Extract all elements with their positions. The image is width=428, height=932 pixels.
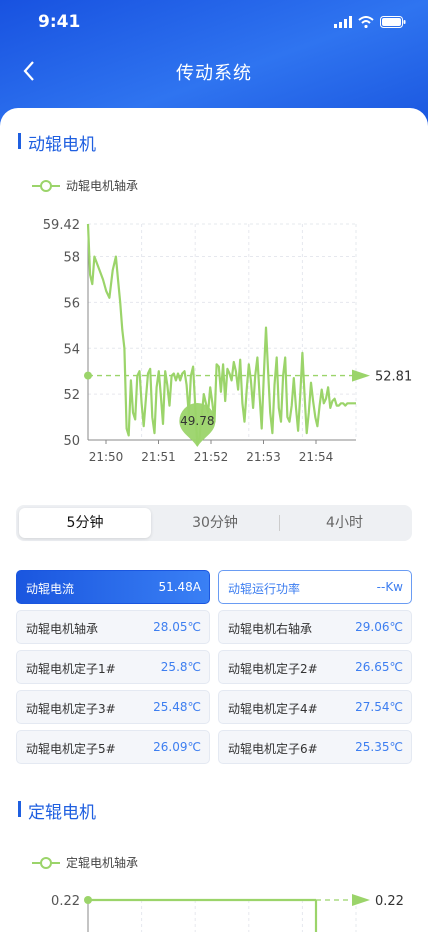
metric-label: 动辊电机轴承 [26,622,99,636]
metric-stator-4[interactable]: 动辊电机定子4# 27.54℃ [218,690,412,724]
legend-label: 定辊电机轴承 [66,856,139,870]
x-tick-label: 21:52 [194,450,229,464]
series-line [86,223,356,447]
legend-marker-icon [32,179,60,192]
chart-legend[interactable]: 动辊电机轴承 [32,177,138,194]
moving-roll-bearing-chart[interactable]: 50 52 54 56 58 59.42 21:50 21:51 21:52 21:53 21:54… [0,208,428,478]
section-title-moving-roll: 动辊电机 [18,130,96,155]
metric-stator-2[interactable]: 动辊电机定子2# 26.65℃ [218,650,412,684]
metric-stator-3[interactable]: 动辊电机定子3# 25.48℃ [16,690,210,724]
time-range-tabs: 5分钟 30分钟 4小时 [16,505,412,541]
x-tick-label: 21:53 [246,450,281,464]
mark-line-arrow-icon [352,894,370,906]
metric-label: 动辊电机定子1# [26,662,116,676]
tab-5min[interactable]: 5分钟 [19,508,151,538]
metric-right-bearing[interactable]: 动辊电机右轴承 29.06℃ [218,610,412,644]
min-point-label: 49.78 [180,414,214,428]
metric-label: 动辊电机右轴承 [228,622,313,636]
wifi-icon [358,16,374,28]
metric-stator-1[interactable]: 动辊电机定子1# 25.8℃ [16,650,210,684]
section-title-fixed-roll: 定辊电机 [18,798,96,823]
metric-label: 动辊电机定子5# [26,742,116,756]
tab-4hour[interactable]: 4小时 [280,508,409,538]
y-tick-label: 54 [63,342,80,357]
metric-stator-6[interactable]: 动辊电机定子6# 25.35℃ [218,730,412,764]
y-tick-label: 59.42 [43,218,80,233]
metric-bearing[interactable]: 动辊电机轴承 28.05℃ [16,610,210,644]
metric-value: 25.48℃ [153,700,201,714]
x-tick-label: 21:51 [141,450,176,464]
metric-value: 25.8℃ [160,660,201,674]
metric-value: 26.65℃ [355,660,403,674]
mark-line-label: 52.81 [375,370,412,385]
mark-line-arrow-icon [352,369,370,382]
content-sheet: 动辊电机 动辊电机轴承 50 52 54 56 58 59.42 21:50 21:51 21:… [0,108,428,932]
metric-value: 25.35℃ [355,740,403,754]
signal-icon [334,16,352,28]
y-tick-label: 58 [63,251,80,266]
metric-label: 动辊电机定子4# [228,702,318,716]
mark-line-start-point [84,896,92,904]
metric-value: 27.54℃ [355,700,403,714]
legend-marker-icon [32,856,60,869]
tab-30min[interactable]: 30分钟 [151,508,279,538]
chart-legend-2[interactable]: 定辊电机轴承 [32,854,138,871]
page-title: 传动系统 [176,63,252,84]
mark-line-start-point [84,371,92,380]
y-tick-label: 52 [63,388,80,403]
metric-label: 动辊电机定子2# [228,662,318,676]
metric-current[interactable]: 动辊电流 51.48A [16,570,210,604]
metric-value: --Kw [376,580,403,594]
metric-label: 动辊电流 [26,582,75,596]
legend-label: 动辊电机轴承 [66,179,139,193]
y-tick-label: 50 [63,434,80,449]
x-tick-label: 21:50 [89,450,124,464]
nav-bar: 传动系统 [0,56,428,90]
x-tick-label: 21:54 [299,450,334,464]
y-tick-label: 56 [63,296,80,311]
metric-value: 26.09℃ [153,740,201,754]
status-time: 9:41 [38,12,81,32]
metric-value: 29.06℃ [355,620,403,634]
battery-icon [380,16,406,28]
metric-value: 51.48A [158,580,201,594]
metric-label: 动辊电机定子3# [26,702,116,716]
y-tick-label: 0.22 [51,894,80,909]
fixed-roll-bearing-chart[interactable]: 0.22 0.22 [0,886,428,932]
metric-value: 28.05℃ [153,620,201,634]
metric-power[interactable]: 动辊运行功率 --Kw [218,570,412,604]
status-icons [334,16,406,28]
metric-stator-5[interactable]: 动辊电机定子5# 26.09℃ [16,730,210,764]
metric-label: 动辊电机定子6# [228,742,318,756]
metric-label: 动辊运行功率 [228,582,301,596]
mark-line-label: 0.22 [375,894,404,909]
status-bar: 9:41 [0,10,428,36]
